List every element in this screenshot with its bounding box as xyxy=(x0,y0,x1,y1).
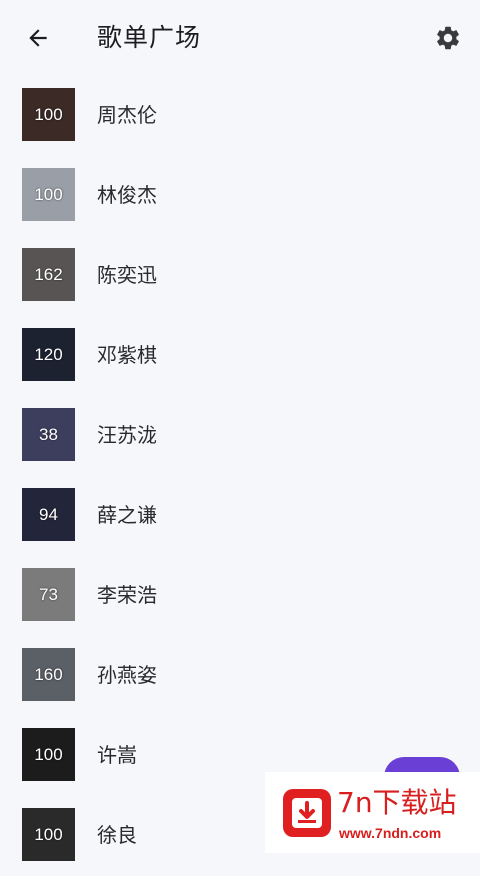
song-count: 73 xyxy=(39,584,58,604)
song-count: 160 xyxy=(34,664,63,684)
playlist-item[interactable]: 160 孙燕姿 xyxy=(0,636,480,716)
song-count: 162 xyxy=(34,264,63,284)
download-logo-icon xyxy=(283,789,331,837)
gear-icon xyxy=(437,26,459,50)
song-count: 100 xyxy=(34,184,63,204)
arrow-left-icon xyxy=(29,29,47,47)
playlist-cover: 160 xyxy=(22,648,75,701)
playlist-item[interactable]: 100 林俊杰 xyxy=(0,156,480,236)
playlist-cover: 162 xyxy=(22,248,75,301)
playlist-name: 林俊杰 xyxy=(97,183,157,207)
watermark: 7n下载站 www.7ndn.com xyxy=(265,772,480,853)
playlist-item[interactable]: 100 周杰伦 xyxy=(0,76,480,156)
playlist-cover: 100 xyxy=(22,168,75,221)
playlist-list: 100 周杰伦 100 林俊杰 162 陈奕迅 120 邓紫棋 38 汪苏泷 9… xyxy=(0,76,480,876)
song-count: 120 xyxy=(34,344,63,364)
back-button[interactable] xyxy=(18,16,58,60)
song-count: 94 xyxy=(39,504,58,524)
app-bar: 歌单广场 xyxy=(0,0,480,76)
playlist-name: 许嵩 xyxy=(97,743,137,767)
playlist-item[interactable]: 120 邓紫棋 xyxy=(0,316,480,396)
playlist-cover: 100 xyxy=(22,808,75,861)
song-count: 100 xyxy=(34,824,63,844)
playlist-cover: 120 xyxy=(22,328,75,381)
playlist-name: 陈奕迅 xyxy=(97,263,157,287)
playlist-name: 汪苏泷 xyxy=(97,423,157,447)
playlist-name: 周杰伦 xyxy=(97,103,157,127)
page-title: 歌单广场 xyxy=(97,23,202,52)
playlist-cover: 100 xyxy=(22,728,75,781)
settings-button[interactable] xyxy=(428,16,468,60)
playlist-item[interactable]: 94 薛之谦 xyxy=(0,476,480,556)
playlist-cover: 38 xyxy=(22,408,75,461)
playlist-cover: 94 xyxy=(22,488,75,541)
watermark-url: www.7ndn.com xyxy=(339,825,442,841)
playlist-name: 薛之谦 xyxy=(97,503,157,527)
watermark-name: 7n下载站 xyxy=(337,786,457,819)
playlist-item[interactable]: 162 陈奕迅 xyxy=(0,236,480,316)
song-count: 100 xyxy=(34,744,63,764)
playlist-name: 徐良 xyxy=(97,823,137,847)
playlist-item[interactable]: 38 汪苏泷 xyxy=(0,396,480,476)
playlist-cover: 73 xyxy=(22,568,75,621)
song-count: 100 xyxy=(34,104,63,124)
playlist-name: 邓紫棋 xyxy=(97,343,157,367)
playlist-cover: 100 xyxy=(22,88,75,141)
playlist-item[interactable]: 73 李荣浩 xyxy=(0,556,480,636)
song-count: 38 xyxy=(39,424,58,444)
playlist-name: 孙燕姿 xyxy=(97,663,157,687)
playlist-name: 李荣浩 xyxy=(97,583,157,607)
